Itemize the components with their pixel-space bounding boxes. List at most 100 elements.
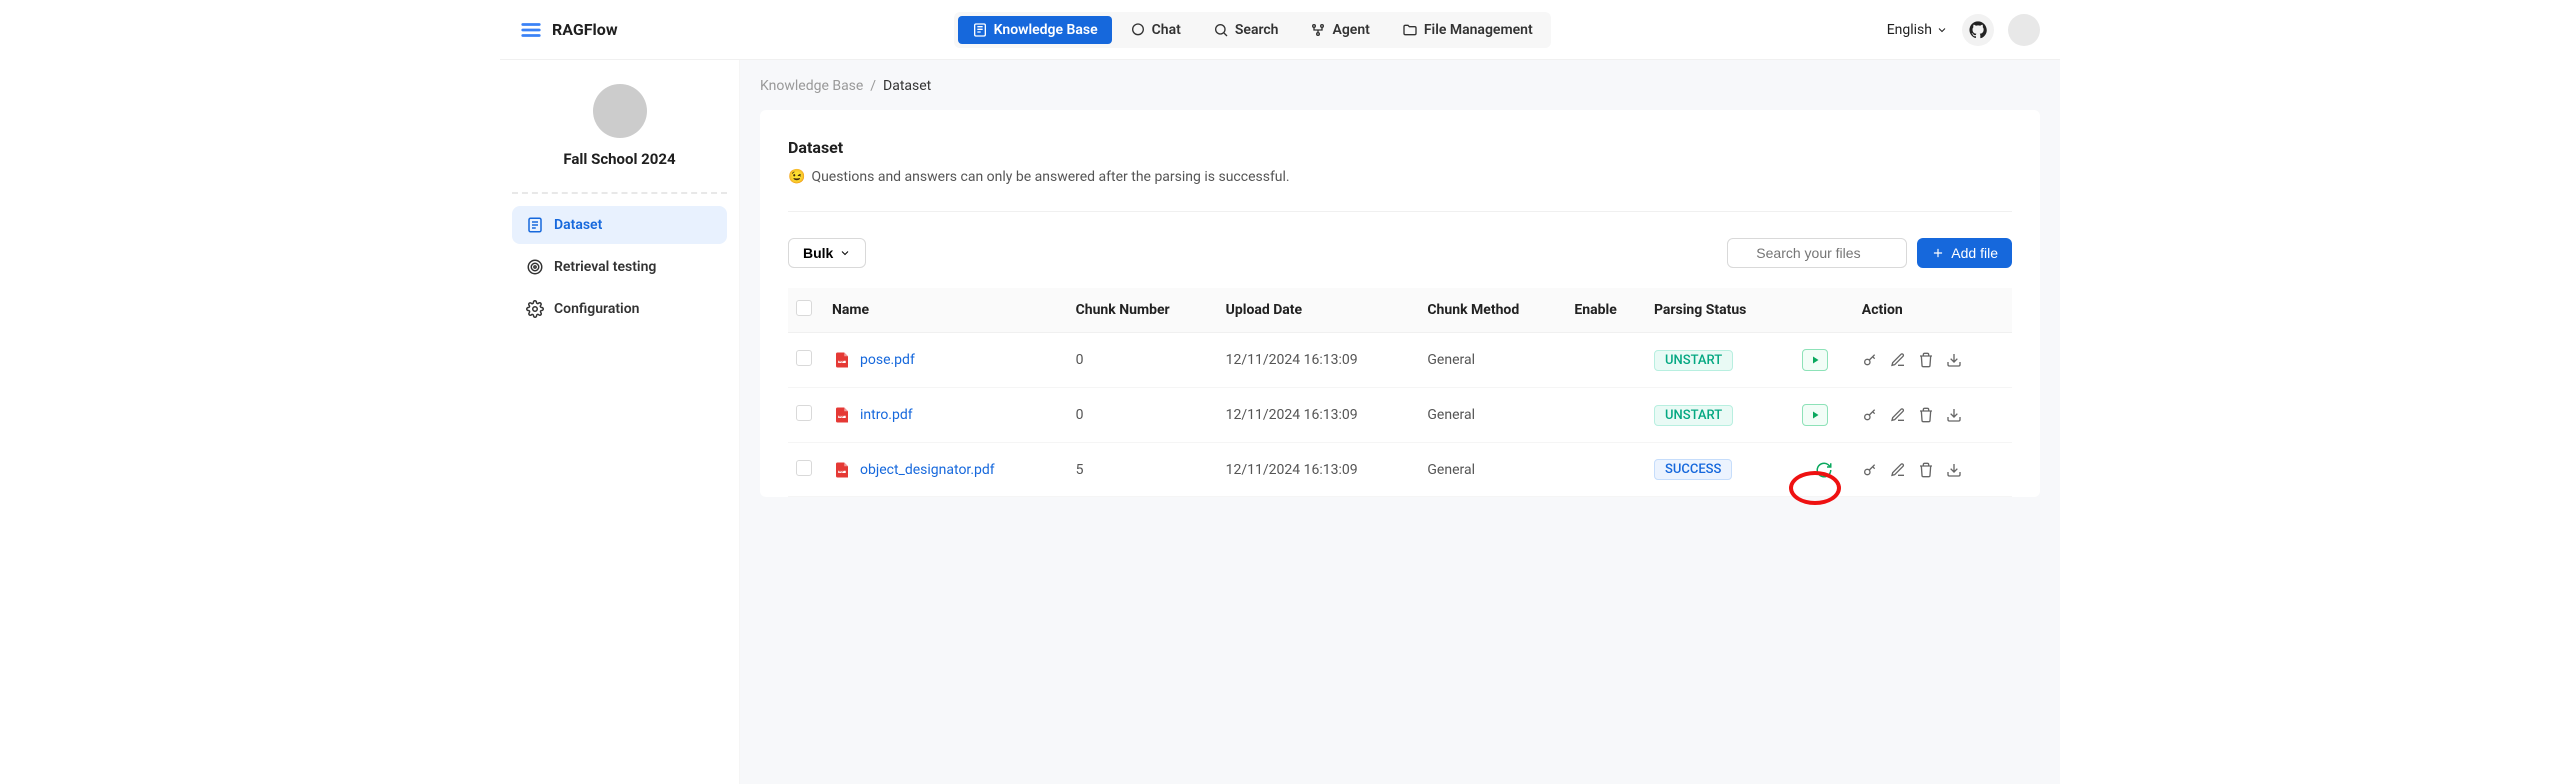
file-name-text: object_designator.pdf: [860, 462, 995, 478]
parse-button[interactable]: [1802, 404, 1828, 426]
kb-avatar: [593, 84, 647, 138]
file-name-link[interactable]: PDFpose.pdf: [832, 351, 1060, 369]
nav-knowledge-base[interactable]: Knowledge Base: [958, 16, 1112, 44]
row-checkbox[interactable]: [796, 405, 812, 421]
chevron-down-icon: [1936, 24, 1948, 36]
breadcrumb-current: Dataset: [883, 78, 931, 94]
reparse-button[interactable]: [1802, 461, 1846, 479]
brand-logo-icon: [520, 19, 542, 41]
bulk-button[interactable]: Bulk: [788, 238, 866, 268]
rename-button[interactable]: [1862, 462, 1878, 478]
th-action: Action: [1854, 288, 2012, 333]
language-label: English: [1887, 22, 1932, 38]
play-icon: [1809, 409, 1821, 421]
pdf-icon: PDF: [832, 406, 852, 424]
rename-button[interactable]: [1862, 407, 1878, 423]
status-badge: UNSTART: [1654, 405, 1733, 426]
cell-chunks: 0: [1068, 388, 1218, 443]
breadcrumb-root[interactable]: Knowledge Base: [760, 78, 863, 94]
delete-button[interactable]: [1918, 462, 1934, 478]
row-checkbox[interactable]: [796, 350, 812, 366]
trash-icon: [1918, 352, 1934, 368]
language-selector[interactable]: English: [1887, 22, 1948, 38]
sidebar-item-config[interactable]: Configuration: [512, 290, 727, 328]
sidebar-item-dataset[interactable]: Dataset: [512, 206, 727, 244]
dataset-table: Name Chunk Number Upload Date Chunk Meth…: [788, 288, 2012, 497]
row-actions: [1862, 352, 2004, 368]
gear-icon: [526, 300, 544, 318]
nav-agent-label: Agent: [1332, 22, 1369, 38]
add-file-label: Add file: [1951, 245, 1998, 261]
cell-method: General: [1419, 388, 1566, 443]
edit-button[interactable]: [1890, 352, 1906, 368]
pdf-icon: PDF: [832, 351, 852, 369]
th-chunks: Chunk Number: [1068, 288, 1218, 333]
download-button[interactable]: [1946, 462, 1962, 478]
chat-icon: [1130, 22, 1146, 38]
row-actions: [1862, 407, 2004, 423]
sidebar-item-label: Configuration: [554, 301, 639, 317]
add-file-button[interactable]: Add file: [1917, 238, 2012, 268]
th-enable: Enable: [1566, 288, 1646, 333]
download-button[interactable]: [1946, 407, 1962, 423]
rename-button[interactable]: [1862, 352, 1878, 368]
download-icon: [1946, 352, 1962, 368]
book-icon: [972, 22, 988, 38]
download-button[interactable]: [1946, 352, 1962, 368]
download-icon: [1946, 462, 1962, 478]
page-note-text: Questions and answers can only be answer…: [811, 169, 1289, 185]
key-icon: [1862, 352, 1878, 368]
page-note: 😉 Questions and answers can only be answ…: [788, 169, 2012, 185]
file-name-link[interactable]: PDFintro.pdf: [832, 406, 1060, 424]
brand-name: RAGFlow: [552, 20, 618, 39]
nav-agent[interactable]: Agent: [1296, 16, 1383, 44]
edit-button[interactable]: [1890, 407, 1906, 423]
nav-file-mgmt[interactable]: File Management: [1388, 16, 1547, 44]
row-checkbox[interactable]: [796, 460, 812, 476]
delete-button[interactable]: [1918, 407, 1934, 423]
file-name-link[interactable]: PDF object_designator.pdf: [832, 461, 1060, 479]
parse-button[interactable]: [1802, 349, 1828, 371]
github-button[interactable]: [1962, 14, 1994, 46]
sidebar-item-label: Retrieval testing: [554, 259, 656, 275]
svg-text:PDF: PDF: [839, 415, 844, 419]
cell-chunks: 0: [1068, 333, 1218, 388]
sidebar-item-label: Dataset: [554, 217, 602, 233]
user-avatar[interactable]: [2008, 14, 2040, 46]
th-method: Chunk Method: [1419, 288, 1566, 333]
svg-text:PDF: PDF: [839, 469, 844, 473]
nav-search[interactable]: Search: [1199, 16, 1293, 44]
divider: [788, 211, 2012, 212]
checkbox-all[interactable]: [796, 300, 812, 316]
edit-icon: [1890, 462, 1906, 478]
nav-kb-label: Knowledge Base: [994, 22, 1098, 38]
github-icon: [1969, 21, 1987, 39]
nav-search-label: Search: [1235, 22, 1279, 38]
trash-icon: [1918, 407, 1934, 423]
pdf-icon: PDF: [832, 461, 852, 479]
divider: [512, 192, 727, 194]
cell-date: 12/11/2024 16:13:09: [1218, 333, 1420, 388]
breadcrumb: Knowledge Base / Dataset: [760, 78, 2040, 94]
nav-chat-label: Chat: [1152, 22, 1181, 38]
key-icon: [1862, 462, 1878, 478]
nav-chat[interactable]: Chat: [1116, 16, 1195, 44]
th-name: Name: [824, 288, 1068, 333]
th-status: Parsing Status: [1646, 288, 1794, 333]
chevron-down-icon: [839, 247, 851, 259]
status-badge: UNSTART: [1654, 350, 1733, 371]
folder-icon: [1402, 22, 1418, 38]
nav-fm-label: File Management: [1424, 22, 1533, 38]
wink-icon: 😉: [788, 169, 805, 185]
page-title: Dataset: [788, 138, 2012, 157]
cell-chunks: 5: [1068, 443, 1218, 497]
svg-text:PDF: PDF: [839, 360, 844, 364]
delete-button[interactable]: [1918, 352, 1934, 368]
table-row: PDFintro.pdf 0 12/11/2024 16:13:09 Gener…: [788, 388, 2012, 443]
sidebar-item-retrieval[interactable]: Retrieval testing: [512, 248, 727, 286]
search-input[interactable]: [1727, 238, 1907, 268]
table-row: PDFobject_designator.pdf 5 12/11/2024 16…: [788, 443, 2012, 497]
status-badge: SUCCESS: [1654, 459, 1732, 480]
target-icon: [526, 258, 544, 276]
edit-button[interactable]: [1890, 462, 1906, 478]
